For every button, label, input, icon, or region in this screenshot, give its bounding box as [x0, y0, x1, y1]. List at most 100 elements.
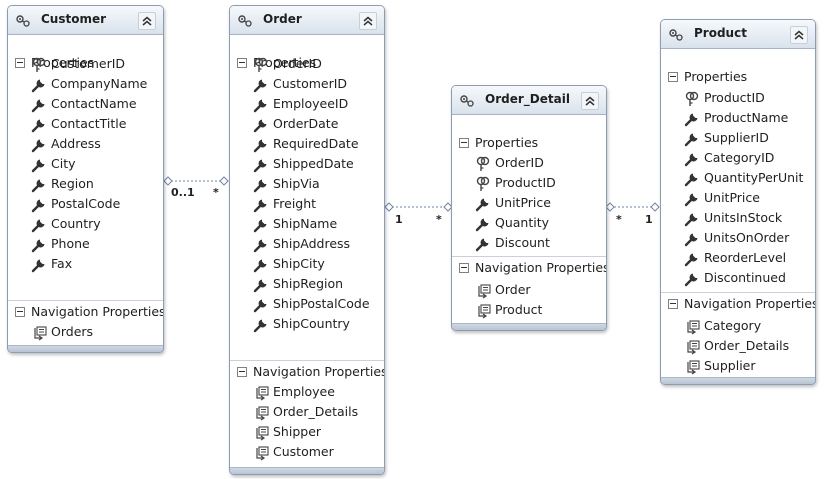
multiplicity-label: * [213, 186, 219, 199]
property-name: ProductID [704, 90, 765, 105]
section-divider [661, 292, 815, 293]
entity-title: Product [694, 26, 747, 40]
property-name: ContactName [51, 96, 137, 111]
entity-product[interactable]: Product Properties ProductID ProductName Sup… [660, 19, 816, 385]
connector-endpoint [163, 176, 173, 186]
collapse-toggle-icon[interactable] [459, 263, 469, 273]
collapse-toggle-icon[interactable] [237, 367, 247, 377]
wrench-icon [31, 116, 47, 134]
navigation-property-name: Shipper [273, 424, 322, 439]
property-name: EmployeeID [273, 96, 349, 111]
navigation-section-header[interactable]: Navigation Properties [237, 364, 385, 382]
navigation-property-name: Category [704, 318, 762, 333]
property-name: Country [51, 216, 101, 231]
property-name: ShipCountry [273, 316, 350, 331]
navigation-section-header[interactable]: Navigation Properties [15, 304, 164, 322]
navigation-property-name: Customer [273, 444, 334, 459]
entity-footer [8, 345, 163, 352]
property-name: SupplierID [704, 130, 769, 145]
property-name: CategoryID [704, 150, 775, 165]
property-name: QuantityPerUnit [704, 170, 804, 185]
collapse-toggle-icon[interactable] [668, 72, 678, 82]
property-name: CustomerID [51, 56, 126, 71]
section-label: Properties [684, 69, 748, 84]
wrench-icon [684, 230, 700, 248]
collapse-toggle-icon[interactable] [15, 58, 25, 68]
entity-order[interactable]: Order Properties OrderID CustomerID Employee… [229, 5, 385, 475]
entity-order-detail[interactable]: Order_Detail Properties OrderID ProductID Un… [451, 85, 607, 331]
wrench-icon [31, 96, 47, 114]
navigation-property-icon [253, 384, 269, 402]
entity-header[interactable]: Order [230, 6, 384, 35]
section-label: Navigation Properties [684, 296, 816, 311]
collapse-button[interactable] [138, 12, 156, 30]
navigation-property-icon [253, 404, 269, 422]
entity-header[interactable]: Product [661, 20, 815, 49]
navigation-section-header[interactable]: Navigation Properties [668, 296, 816, 314]
property-name: ShipPostalCode [273, 296, 370, 311]
property-name: ShipVia [273, 176, 320, 191]
collapse-button[interactable] [581, 92, 599, 110]
entity-icon [237, 13, 253, 27]
wrench-icon [31, 176, 47, 194]
section-label: Navigation Properties [253, 364, 385, 379]
wrench-icon [253, 76, 269, 94]
navigation-section-header[interactable]: Navigation Properties [459, 260, 606, 278]
navigation-property-name: Orders [51, 324, 94, 339]
entity-title: Order [263, 12, 302, 26]
property-name: ShippedDate [273, 156, 354, 171]
wrench-icon [253, 136, 269, 154]
wrench-icon [684, 270, 700, 288]
property-name: OrderDate [273, 116, 339, 131]
entity-title: Order_Detail [485, 92, 570, 106]
property-name: ProductID [495, 175, 556, 190]
entity-footer [452, 323, 606, 330]
key-icon [684, 90, 700, 108]
wrench-icon [31, 76, 47, 94]
wrench-icon [253, 236, 269, 254]
property-name: Discontinued [704, 270, 786, 285]
navigation-property-icon [253, 424, 269, 442]
multiplicity-label: * [436, 213, 442, 226]
navigation-property-icon [475, 302, 491, 320]
property-name: OrderID [495, 155, 544, 170]
section-divider [230, 360, 384, 361]
wrench-icon [31, 196, 47, 214]
property-name: UnitsInStock [704, 210, 783, 225]
section-label: Navigation Properties [31, 304, 164, 319]
navigation-property-name: Supplier [704, 358, 756, 373]
key-icon [475, 155, 491, 173]
collapse-toggle-icon[interactable] [15, 307, 25, 317]
property-name: ReorderLevel [704, 250, 787, 265]
wrench-icon [253, 296, 269, 314]
navigation-property-name: Order [495, 282, 531, 297]
entity-icon [668, 27, 684, 41]
property-name: Address [51, 136, 101, 151]
property-name: Fax [51, 256, 73, 271]
multiplicity-label: 1 [645, 213, 653, 226]
collapse-toggle-icon[interactable] [668, 299, 678, 309]
collapse-button[interactable] [790, 26, 808, 44]
entity-icon [15, 13, 31, 27]
property-name: UnitPrice [704, 190, 760, 205]
wrench-icon [253, 156, 269, 174]
property-name: ShipName [273, 216, 338, 231]
properties-section-header[interactable]: Properties [668, 69, 747, 87]
wrench-icon [684, 110, 700, 128]
entity-title: Customer [41, 12, 107, 26]
collapse-toggle-icon[interactable] [459, 138, 469, 148]
multiplicity-label: 1 [395, 213, 403, 226]
section-divider [8, 300, 163, 301]
property-name: UnitPrice [495, 195, 551, 210]
entity-customer[interactable]: Customer Properties CustomerID CompanyName C… [7, 5, 164, 353]
entity-header[interactable]: Customer [8, 6, 163, 35]
wrench-icon [684, 250, 700, 268]
collapse-button[interactable] [359, 12, 377, 30]
collapse-toggle-icon[interactable] [237, 58, 247, 68]
property-name: CompanyName [51, 76, 148, 91]
wrench-icon [475, 195, 491, 213]
wrench-icon [31, 156, 47, 174]
properties-section-header[interactable]: Properties [459, 135, 538, 153]
navigation-property-icon [475, 282, 491, 300]
entity-header[interactable]: Order_Detail [452, 86, 606, 115]
